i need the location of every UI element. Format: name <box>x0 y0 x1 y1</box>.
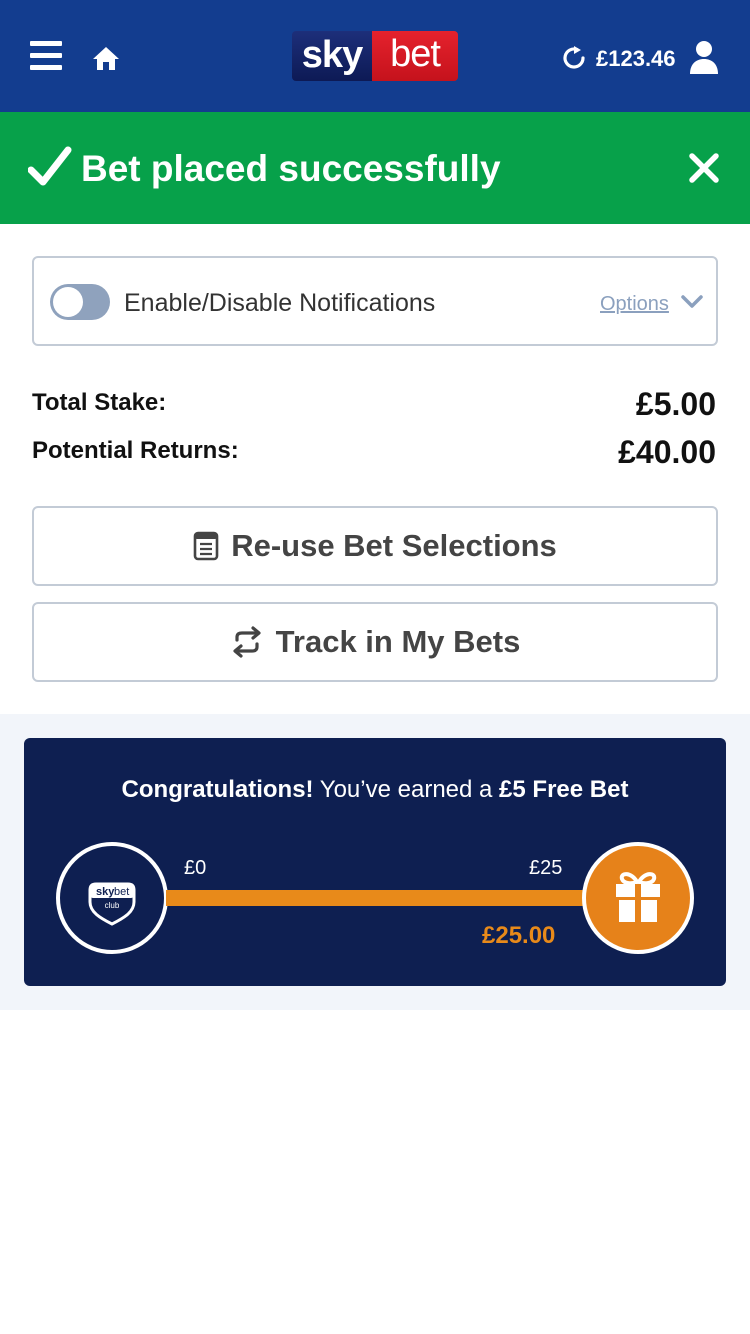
notifications-toggle[interactable] <box>50 284 110 320</box>
track-my-bets-button[interactable]: Track in My Bets <box>32 602 718 682</box>
progress-max-label: £25 <box>529 857 563 879</box>
skybet-logo[interactable]: sky bet <box>292 31 458 81</box>
gift-badge <box>582 842 694 954</box>
promo-message: Congratulations! You’ve earned a £5 Free… <box>0 772 750 808</box>
home-icon[interactable] <box>90 42 122 74</box>
badge-sky-text: sky <box>96 886 115 898</box>
progress-bar <box>166 890 586 906</box>
reuse-selections-label: Re-use Bet Selections <box>231 528 557 563</box>
user-icon[interactable] <box>688 40 720 74</box>
chevron-down-icon[interactable] <box>680 292 704 312</box>
options-link[interactable]: Options <box>600 290 669 318</box>
account-balance[interactable]: £123.46 <box>596 44 676 74</box>
badge-club-text: club <box>105 901 120 910</box>
progress-min-label: £0 <box>184 857 207 879</box>
refresh-icon[interactable] <box>560 44 588 72</box>
reuse-selections-button[interactable]: Re-use Bet Selections <box>32 506 718 586</box>
success-message: Bet placed successfully <box>81 148 501 189</box>
potential-returns-label: Potential Returns: <box>32 437 239 464</box>
logo-bet-text: bet <box>372 31 458 81</box>
gift-icon <box>616 872 660 922</box>
swap-arrows-icon <box>233 626 261 658</box>
total-stake-label: Total Stake: <box>32 389 167 416</box>
promo-reward: £5 Free Bet <box>499 776 629 803</box>
toggle-knob <box>53 287 83 317</box>
logo-sky-text: sky <box>292 31 372 81</box>
potential-returns-value: £40.00 <box>618 434 716 470</box>
badge-bet-text: bet <box>114 886 129 898</box>
promo-congrats: Congratulations! <box>121 776 314 803</box>
total-stake-value: £5.00 <box>635 386 716 422</box>
close-icon[interactable] <box>688 152 720 184</box>
check-icon <box>28 146 72 186</box>
notifications-label: Enable/Disable Notifications <box>124 289 436 317</box>
hamburger-icon[interactable] <box>30 41 62 73</box>
notifications-card: Enable/Disable Notifications Options <box>32 256 718 346</box>
promo-middle: You’ve earned a <box>313 776 500 803</box>
skybet-club-badge: sky bet club <box>56 842 168 954</box>
betslip-icon <box>193 531 219 561</box>
progress-value: £25.00 <box>482 922 556 949</box>
track-my-bets-label: Track in My Bets <box>275 624 521 659</box>
